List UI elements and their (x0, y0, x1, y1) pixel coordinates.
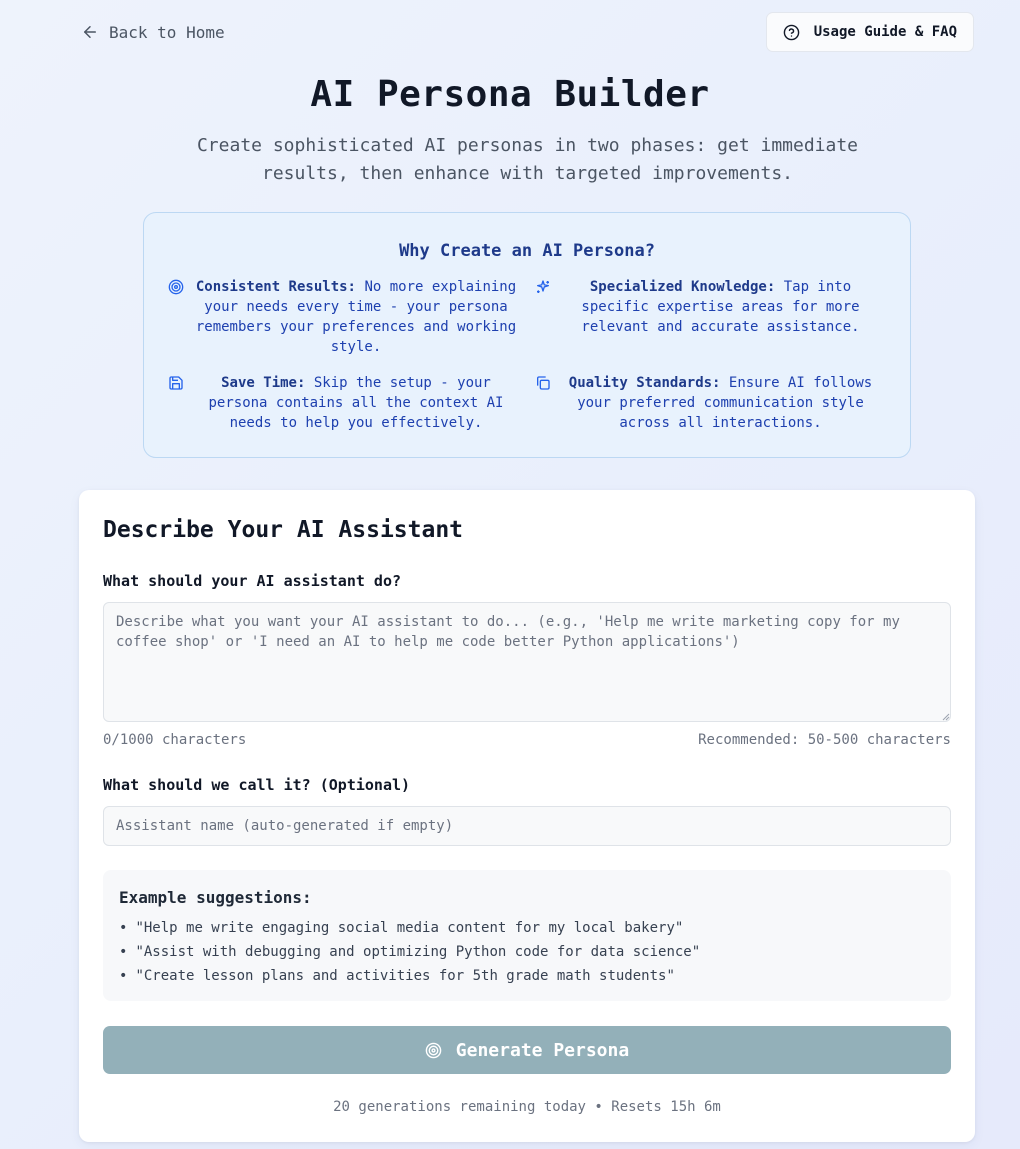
usage-guide-label: Usage Guide & FAQ (813, 24, 957, 40)
example-suggestion[interactable]: • "Assist with debugging and optimizing P… (119, 940, 935, 964)
target-icon (168, 279, 184, 295)
bullet: • (119, 968, 128, 984)
why-card-title: Why Create an AI Persona? (399, 241, 655, 261)
form-title: Describe Your AI Assistant (103, 517, 464, 543)
bullet: • (119, 920, 128, 936)
page-title: AI Persona Builder (310, 74, 710, 115)
why-persona-card: Why Create an AI Persona? Consistent Res… (143, 212, 911, 458)
feature-save-time: Save Time: Skip the setup - your persona… (168, 373, 518, 433)
character-count: 0/1000 characters (103, 732, 247, 748)
feature-heading: Quality Standards: (568, 375, 721, 391)
usage-guide-button[interactable]: Usage Guide & FAQ (765, 12, 974, 52)
back-link-label: Back to Home (109, 22, 225, 42)
bullet: • (119, 944, 128, 960)
example-suggestion[interactable]: • "Help me write engaging social media co… (119, 916, 935, 940)
recommended-length: Recommended: 50-500 characters (698, 732, 951, 748)
task-field-label: What should your AI assistant do? (103, 572, 402, 590)
feature-text: Save Time: Skip the setup - your persona… (194, 373, 518, 433)
task-description-textarea[interactable] (103, 602, 951, 722)
feature-text: Consistent Results: No more explaining y… (194, 277, 518, 357)
feature-quality-standards: Quality Standards: Ensure AI follows you… (535, 373, 880, 433)
page-subtitle: Create sophisticated AI personas in two … (196, 135, 859, 184)
example-text: "Create lesson plans and activities for … (135, 968, 675, 984)
generate-button-label: Generate Persona (455, 1039, 630, 1061)
save-icon (169, 376, 183, 390)
arrow-left-icon (84, 26, 96, 38)
example-suggestions-box: Example suggestions: • "Help me write eng… (103, 870, 951, 1001)
feature-heading: Specialized Knowledge: (589, 279, 776, 295)
help-circle-icon (783, 24, 799, 40)
top-bar: Back to Home Usage Guide & FAQ (79, 12, 974, 52)
resize-handle-icon[interactable] (942, 713, 950, 721)
example-suggestion[interactable]: • "Create lesson plans and activities for… (119, 964, 935, 988)
feature-text: Quality Standards: Ensure AI follows you… (561, 373, 880, 433)
back-to-home-link[interactable]: Back to Home (79, 19, 227, 46)
feature-consistent-results: Consistent Results: No more explaining y… (168, 277, 518, 357)
assistant-name-input[interactable] (103, 806, 951, 846)
feature-text: Specialized Knowledge: Tap into specific… (561, 277, 880, 337)
feature-specialized-knowledge: Specialized Knowledge: Tap into specific… (535, 277, 880, 337)
examples-title: Example suggestions: (119, 888, 312, 907)
persona-form-card: Describe Your AI Assistant What should y… (79, 490, 975, 1142)
example-text: "Assist with debugging and optimizing Py… (135, 944, 701, 960)
sparkles-icon (537, 280, 549, 293)
example-text: "Help me write engaging social media con… (135, 920, 684, 936)
name-field-label: What should we call it? (Optional) (103, 776, 411, 794)
target-icon (425, 1042, 442, 1058)
generate-persona-button[interactable]: Generate Persona (103, 1026, 951, 1074)
feature-heading: Consistent Results: (195, 279, 356, 295)
copy-icon (537, 376, 550, 390)
generations-remaining-note: 20 generations remaining today • Resets … (333, 1099, 721, 1115)
feature-heading: Save Time: (221, 375, 306, 391)
